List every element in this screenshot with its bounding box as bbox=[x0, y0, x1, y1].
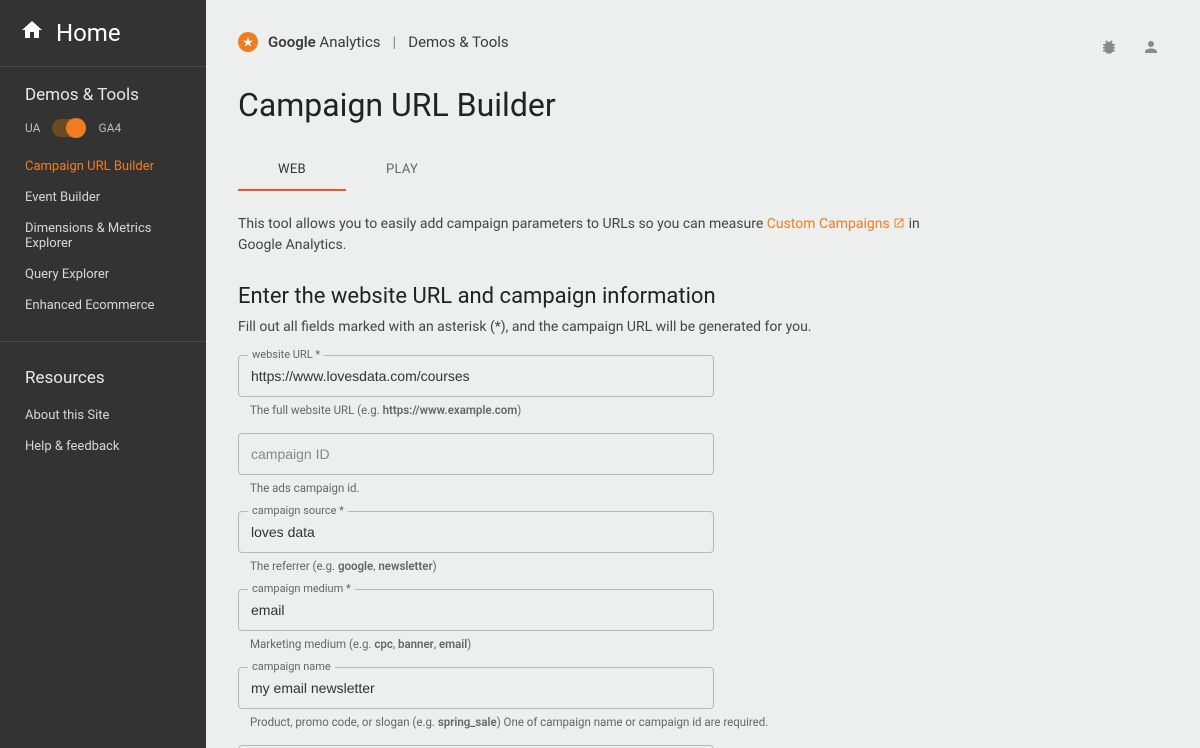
helper-website-url: The full website URL (e.g. https://www.e… bbox=[250, 403, 934, 417]
home-label: Home bbox=[56, 19, 121, 47]
input-website-url[interactable] bbox=[238, 355, 714, 397]
content: This tool allows you to easily add campa… bbox=[206, 192, 966, 748]
label-website-url: website URL * bbox=[248, 348, 324, 361]
field-website-url: website URL * bbox=[238, 355, 934, 397]
brand-icon bbox=[238, 32, 258, 52]
sidebar-item-about[interactable]: About this Site bbox=[0, 400, 206, 431]
tab-play[interactable]: PLAY bbox=[346, 150, 458, 191]
toggle-label-ua: UA bbox=[25, 121, 40, 135]
toggle-label-ga4: GA4 bbox=[98, 121, 121, 135]
sidebar-item-dimensions-metrics[interactable]: Dimensions & Metrics Explorer bbox=[0, 213, 206, 259]
field-campaign-source: campaign source * bbox=[238, 511, 934, 553]
intro-text: This tool allows you to easily add campa… bbox=[238, 214, 934, 256]
section-subtext: Fill out all fields marked with an aster… bbox=[238, 319, 934, 335]
section-title-resources: Resources bbox=[0, 368, 206, 400]
brand: Google Analytics | Demos & Tools bbox=[238, 32, 509, 52]
sidebar-section-demos: Demos & Tools UA GA4 Campaign URL Builde… bbox=[0, 67, 206, 333]
input-campaign-name[interactable] bbox=[238, 667, 714, 709]
custom-campaigns-link[interactable]: Custom Campaigns bbox=[767, 216, 905, 232]
external-link-icon bbox=[893, 215, 905, 227]
input-campaign-source[interactable] bbox=[238, 511, 714, 553]
helper-campaign-source: The referrer (e.g. google, newsletter) bbox=[250, 559, 934, 573]
brand-subtitle: Demos & Tools bbox=[408, 33, 508, 51]
sidebar-item-campaign-url-builder[interactable]: Campaign URL Builder bbox=[0, 151, 206, 182]
sidebar: Home Demos & Tools UA GA4 Campaign URL B… bbox=[0, 0, 206, 748]
tabs: WEB PLAY bbox=[206, 132, 1200, 192]
header-icons bbox=[1100, 38, 1160, 60]
sidebar-item-enhanced-ecommerce[interactable]: Enhanced Ecommerce bbox=[0, 290, 206, 321]
main-content: Google Analytics | Demos & Tools Campaig… bbox=[206, 0, 1200, 748]
input-campaign-medium[interactable] bbox=[238, 589, 714, 631]
helper-campaign-name: Product, promo code, or slogan (e.g. spr… bbox=[250, 715, 934, 729]
sidebar-section-resources: Resources About this Site Help & feedbac… bbox=[0, 350, 206, 474]
sidebar-item-help[interactable]: Help & feedback bbox=[0, 431, 206, 462]
page-title: Campaign URL Builder bbox=[206, 68, 1200, 132]
tab-web[interactable]: WEB bbox=[238, 150, 346, 191]
section-heading: Enter the website URL and campaign infor… bbox=[238, 284, 934, 309]
sidebar-divider bbox=[0, 341, 206, 342]
ua-ga4-toggle-row: UA GA4 bbox=[0, 117, 206, 151]
section-title-demos: Demos & Tools bbox=[0, 85, 206, 117]
header-bar: Google Analytics | Demos & Tools bbox=[206, 24, 1200, 68]
field-campaign-name: campaign name bbox=[238, 667, 934, 709]
sidebar-item-event-builder[interactable]: Event Builder bbox=[0, 182, 206, 213]
helper-campaign-medium: Marketing medium (e.g. cpc, banner, emai… bbox=[250, 637, 934, 651]
brand-separator: | bbox=[393, 33, 397, 51]
brand-text: Google Analytics bbox=[268, 33, 381, 51]
bug-icon[interactable] bbox=[1100, 38, 1118, 60]
ua-ga4-toggle[interactable] bbox=[52, 119, 86, 137]
home-button[interactable]: Home bbox=[0, 0, 206, 67]
person-icon[interactable] bbox=[1142, 38, 1160, 60]
field-campaign-medium: campaign medium * bbox=[238, 589, 934, 631]
label-campaign-medium: campaign medium * bbox=[248, 582, 355, 595]
label-campaign-name: campaign name bbox=[248, 660, 335, 673]
home-icon bbox=[20, 18, 44, 48]
helper-campaign-id: The ads campaign id. bbox=[250, 481, 934, 495]
input-campaign-id[interactable] bbox=[238, 433, 714, 475]
sidebar-item-query-explorer[interactable]: Query Explorer bbox=[0, 259, 206, 290]
field-campaign-id bbox=[238, 433, 934, 475]
label-campaign-source: campaign source * bbox=[248, 504, 348, 517]
